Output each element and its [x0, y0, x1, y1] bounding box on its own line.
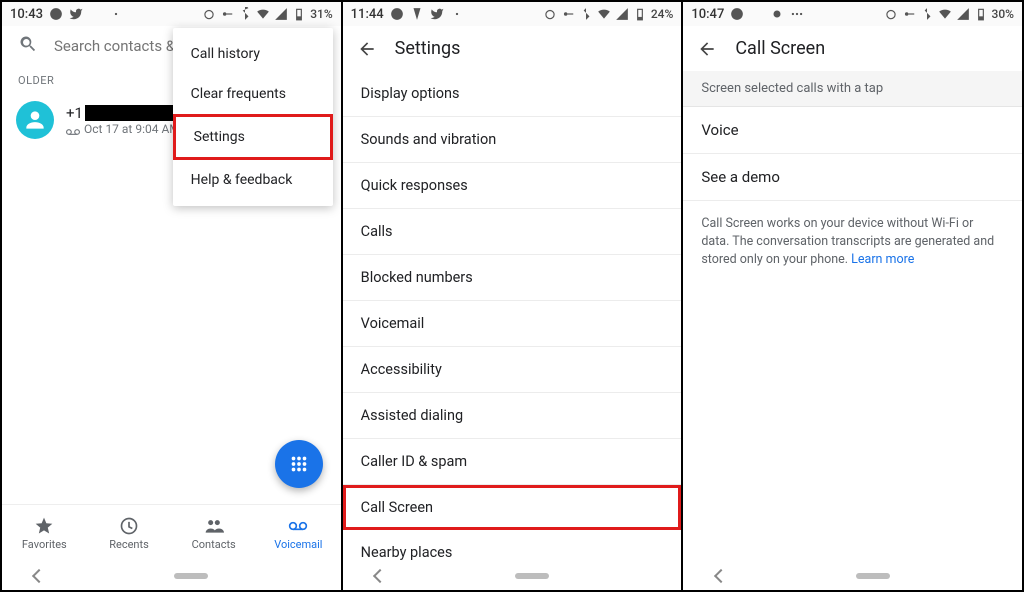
battery-icon — [633, 7, 647, 21]
twitter-icon — [69, 7, 83, 21]
battery-percent: 31% — [310, 7, 332, 21]
wifi-icon — [597, 7, 611, 21]
nav-contacts[interactable]: Contacts — [171, 505, 256, 562]
twitter-icon — [430, 7, 444, 21]
more-dots-icon — [790, 7, 804, 21]
sysnav-home-pill[interactable] — [856, 573, 890, 579]
bluetooth-icon — [579, 7, 593, 21]
spotify-icon — [390, 7, 404, 21]
sysnav-home-pill[interactable] — [174, 573, 208, 579]
setting-voicemail[interactable]: Voicemail — [343, 301, 682, 347]
battery-icon — [292, 7, 306, 21]
status-clock: 11:44 — [351, 7, 384, 22]
dot-icon — [450, 7, 464, 21]
vpn-icon — [220, 7, 234, 21]
phone-panel-2: 11:44 24% Settings Display options — [343, 2, 682, 590]
learn-more-link[interactable]: Learn more — [851, 252, 914, 267]
status-bar: 11:44 24% — [343, 2, 682, 26]
wifi-icon — [938, 7, 952, 21]
avatar — [16, 101, 54, 139]
setting-nearby-places[interactable]: Nearby places — [343, 530, 682, 562]
signal-icon — [274, 7, 288, 21]
callscreen-subtitle: Screen selected calls with a tap — [683, 71, 1022, 107]
dot-large-icon — [770, 7, 784, 21]
spotify-icon — [49, 7, 63, 21]
back-icon[interactable] — [697, 39, 717, 59]
status-clock: 10:43 — [10, 7, 43, 22]
nav-voicemail[interactable]: Voicemail — [256, 505, 341, 562]
callscreen-voice[interactable]: Voice — [683, 107, 1022, 154]
callscreen-header: Call Screen — [683, 26, 1022, 71]
bluetooth-icon — [920, 7, 934, 21]
sysnav-back-icon[interactable] — [32, 569, 46, 583]
search-icon — [18, 34, 38, 58]
dot-icon — [109, 7, 123, 21]
status-bar: 10:43 31% — [2, 2, 341, 26]
alarm-icon — [543, 7, 557, 21]
callscreen-see-demo[interactable]: See a demo — [683, 154, 1022, 201]
header-title: Call Screen — [735, 38, 825, 59]
back-icon[interactable] — [357, 39, 377, 59]
spotify-icon — [730, 7, 744, 21]
setting-quick-responses[interactable]: Quick responses — [343, 163, 682, 209]
vpn-icon — [902, 7, 916, 21]
contact-number-prefix: +1 — [66, 104, 83, 122]
carrier-icon — [750, 7, 764, 21]
sysnav-back-icon[interactable] — [373, 569, 387, 583]
carrier-icon — [89, 7, 103, 21]
header-title: Settings — [395, 38, 461, 59]
sysnav-home-pill[interactable] — [515, 573, 549, 579]
menu-settings[interactable]: Settings — [173, 114, 333, 160]
setting-call-screen[interactable]: Call Screen — [343, 485, 682, 530]
setting-assisted-dialing[interactable]: Assisted dialing — [343, 393, 682, 439]
setting-blocked-numbers[interactable]: Blocked numbers — [343, 255, 682, 301]
battery-percent: 24% — [651, 7, 673, 21]
setting-calls[interactable]: Calls — [343, 209, 682, 255]
setting-display-options[interactable]: Display options — [343, 71, 682, 117]
battery-percent: 30% — [992, 7, 1014, 21]
menu-call-history[interactable]: Call history — [173, 34, 333, 74]
phone-panel-3: 10:47 30% Call Screen Screen selected ca… — [683, 2, 1022, 590]
system-nav — [2, 562, 341, 590]
menu-clear-frequents[interactable]: Clear frequents — [173, 74, 333, 114]
nav-favorites[interactable]: Favorites — [2, 505, 87, 562]
wear-icon — [410, 7, 424, 21]
status-bar: 10:47 30% — [683, 2, 1022, 26]
alarm-icon — [202, 7, 216, 21]
callscreen-description: Call Screen works on your device without… — [683, 201, 1022, 283]
settings-header: Settings — [343, 26, 682, 71]
phone-panel-1: 10:43 31% OLDER — [2, 2, 341, 590]
alarm-icon — [884, 7, 898, 21]
redacted-number — [85, 105, 185, 121]
status-clock: 10:47 — [691, 7, 724, 22]
signal-icon — [615, 7, 629, 21]
nav-recents[interactable]: Recents — [87, 505, 172, 562]
setting-sounds-vibration[interactable]: Sounds and vibration — [343, 117, 682, 163]
setting-accessibility[interactable]: Accessibility — [343, 347, 682, 393]
overflow-menu: Call history Clear frequents Settings He… — [173, 28, 333, 206]
signal-icon — [956, 7, 970, 21]
wifi-icon — [256, 7, 270, 21]
vpn-icon — [561, 7, 575, 21]
setting-caller-id-spam[interactable]: Caller ID & spam — [343, 439, 682, 485]
menu-help-feedback[interactable]: Help & feedback — [173, 160, 333, 200]
voicemail-glyph-icon — [66, 125, 80, 133]
system-nav — [683, 562, 1022, 590]
settings-list: Display options Sounds and vibration Qui… — [343, 71, 682, 562]
bluetooth-icon — [238, 7, 252, 21]
dialpad-fab[interactable] — [275, 440, 323, 488]
sysnav-back-icon[interactable] — [714, 569, 728, 583]
battery-icon — [974, 7, 988, 21]
bottom-nav: Favorites Recents Contacts Voicemail — [2, 504, 341, 562]
system-nav — [343, 562, 682, 590]
contact-meta: Oct 17 at 9:04 AM • — [84, 122, 187, 136]
